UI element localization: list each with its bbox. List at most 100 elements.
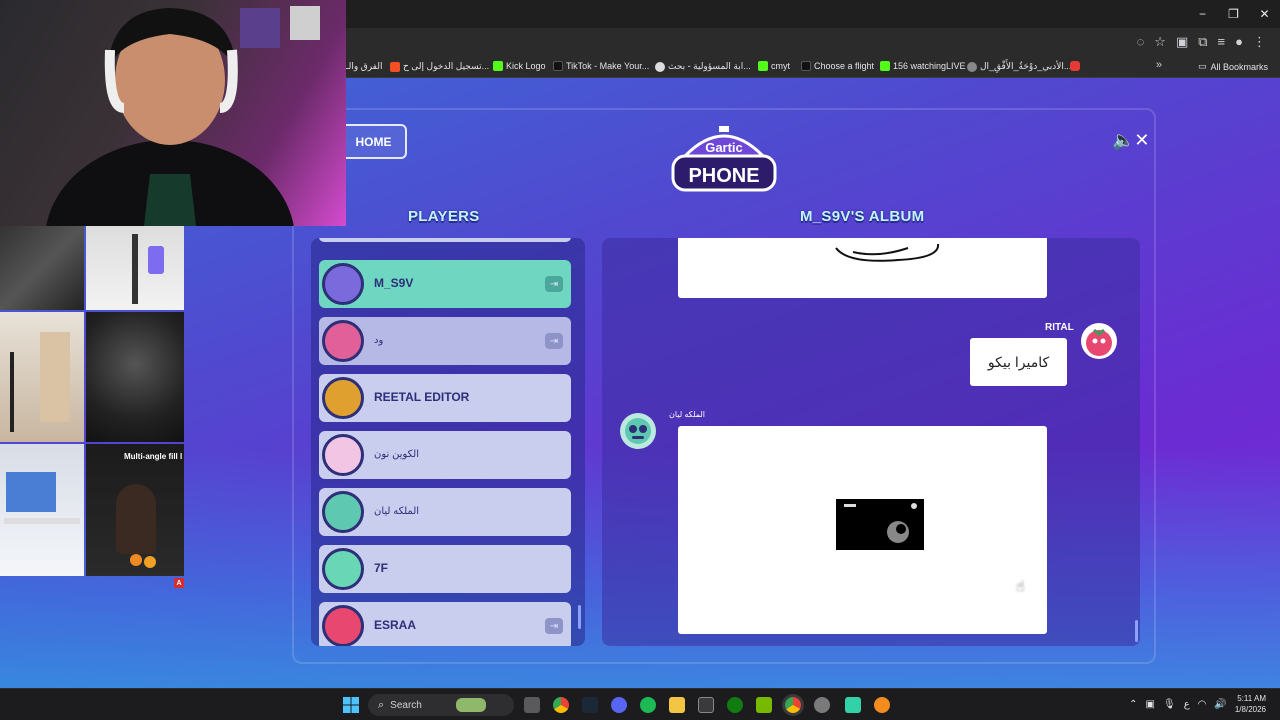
language-indicator[interactable]: ع [1184,699,1190,710]
media-icon[interactable]: ▣ [1176,34,1188,50]
thumbnail-image [0,444,84,576]
camera-sketch [836,499,924,550]
tiktok-icon [553,61,563,71]
file-explorer-icon[interactable] [669,697,685,713]
microphone-icon[interactable]: 🎙 [1163,699,1176,710]
windows-start-icon[interactable] [343,697,359,713]
globe-icon [967,61,977,72]
bookmark-item[interactable]: 156 watchingLIVE [880,61,966,71]
store-icon[interactable] [698,697,714,713]
bookmark-label: 156 watchingLIVE [893,61,966,71]
drawing-author-name: الملكه ليان [669,410,706,419]
bookmark-item[interactable]: الأدبي_دوْحَةُ_الأَفْقِ_ال... [967,61,1071,72]
kick-icon [880,61,890,71]
thumbnail-image [0,226,84,310]
player-card-partial [319,238,571,242]
players-title: PLAYERS [408,208,480,225]
search-placeholder: Search [390,699,422,711]
google-icon [655,61,665,72]
player-avatar [322,548,364,590]
ad-badge: A [174,578,184,588]
guess-author-name: RITAL [1045,322,1074,333]
thumbnail-image [86,226,184,310]
profile-avatar-icon[interactable]: ● [1235,34,1243,50]
wifi-icon[interactable]: ◠ [1198,699,1207,710]
more-bookmarks-button[interactable]: » [1156,59,1162,71]
bookmark-label: Choose a flight [814,61,875,71]
player-avatar [322,263,364,305]
logo-top-text: Gartic [705,140,743,155]
extensions-icon[interactable]: ⧉ [1198,34,1207,50]
album-scrollbar[interactable] [1135,620,1138,642]
kick-player-icon[interactable]: ⇥ [545,333,563,349]
player-card: 7F [319,545,571,593]
player-avatar [322,605,364,646]
window-controls: − ❐ ✕ [1187,0,1280,28]
search-icon: ⌕ [378,698,385,711]
bookmark-item[interactable]: الفرق والـ [346,61,382,72]
ad-caption: Multi-angle fill l [124,452,183,461]
nvidia-icon[interactable] [756,697,772,713]
bookmark-item[interactable] [1070,61,1080,71]
address-bar-icons: ◌ ☆ ▣ ⧉ ≡ ● ⋮ [1137,34,1266,50]
bookmark-item[interactable]: cmyt [758,61,790,71]
bookmark-item[interactable]: Choose a flight [801,61,874,71]
volume-icon[interactable]: 🔊 [1214,699,1226,710]
star-icon[interactable]: ☆ [1154,34,1166,50]
taskbar-search[interactable]: ⌕ Search [368,694,514,716]
bookmark-label: الفرق والـ [346,61,383,71]
player-avatar [322,320,364,362]
kick-player-icon[interactable]: ⇥ [545,276,563,292]
bookmark-label: ابة المسؤولية - بحث... [668,61,751,71]
album-title: M_S9V'S ALBUM [800,208,925,225]
player-name: ود [374,335,384,346]
drawing-strokes [835,243,940,262]
album-panel[interactable]: RITAL كاميرا بيكو الملكه ليان [602,238,1140,646]
spotify-icon[interactable] [640,697,656,713]
microsoft-icon [390,61,400,72]
thumbnail-image [86,444,184,576]
bookmark-item[interactable]: Kick Logo [493,61,546,71]
folder-icon: ▭ [1197,61,1207,71]
chevron-up-icon[interactable]: ⌃ [1129,699,1137,710]
menu-icon[interactable]: ⋮ [1253,34,1266,50]
player-card: M_S9V ⇥ [319,260,571,308]
kick-player-icon[interactable]: ⇥ [545,618,563,634]
side-thumbnails [0,226,184,590]
bookmark-item[interactable]: تسجيل الدخول إلى ح... [390,61,489,72]
bookmark-label: تسجيل الدخول إلى ح... [403,61,490,71]
bookmark-label: الأدبي_دوْحَةُ_الأَفْقِ_ال... [980,61,1072,71]
bookmark-item[interactable]: TikTok - Make Your... [553,61,649,71]
player-avatar [322,491,364,533]
all-bookmarks-button[interactable]: ▭ All Bookmarks [1198,61,1268,72]
clock[interactable]: 5:11 AM 1/8/2026 [1235,693,1266,715]
players-scrollbar[interactable] [578,605,581,629]
xbox-icon[interactable] [727,697,743,713]
chrome-icon[interactable] [553,697,569,713]
youtube-icon [1070,61,1080,71]
maximize-button[interactable]: ❐ [1218,0,1249,28]
sound-mute-toggle[interactable]: 🔈✕ [1112,130,1150,151]
players-panel[interactable]: M_S9V ⇥ ود ⇥ REETAL EDITOR الكوين نون ال… [311,238,585,646]
home-button[interactable]: HOME [340,124,407,159]
tray-app-icon[interactable]: ▣ [1146,699,1155,710]
page-icon [801,61,811,71]
bookmark-item[interactable]: ابة المسؤولية - بحث... [655,61,751,72]
streamer-figure [46,6,320,226]
close-button[interactable]: ✕ [1249,0,1280,28]
bookmark-label: cmyt [771,61,790,71]
discord-icon[interactable] [611,697,627,713]
eye-off-icon[interactable]: ◌ [1137,34,1145,50]
settings-icon[interactable] [814,697,830,713]
player-name: ESRAA [374,618,417,632]
queue-icon[interactable]: ≡ [1218,34,1226,50]
camera-app-icon[interactable] [524,697,540,713]
clock-time: 5:11 AM [1237,694,1266,703]
app-icon[interactable] [845,697,861,713]
app-icon[interactable] [874,697,890,713]
drawing-author-avatar [619,412,657,450]
minimize-button[interactable]: − [1187,0,1218,28]
chrome-active-icon[interactable] [785,697,801,713]
search-highlight-icon [455,698,486,712]
steam-icon[interactable] [582,697,598,713]
